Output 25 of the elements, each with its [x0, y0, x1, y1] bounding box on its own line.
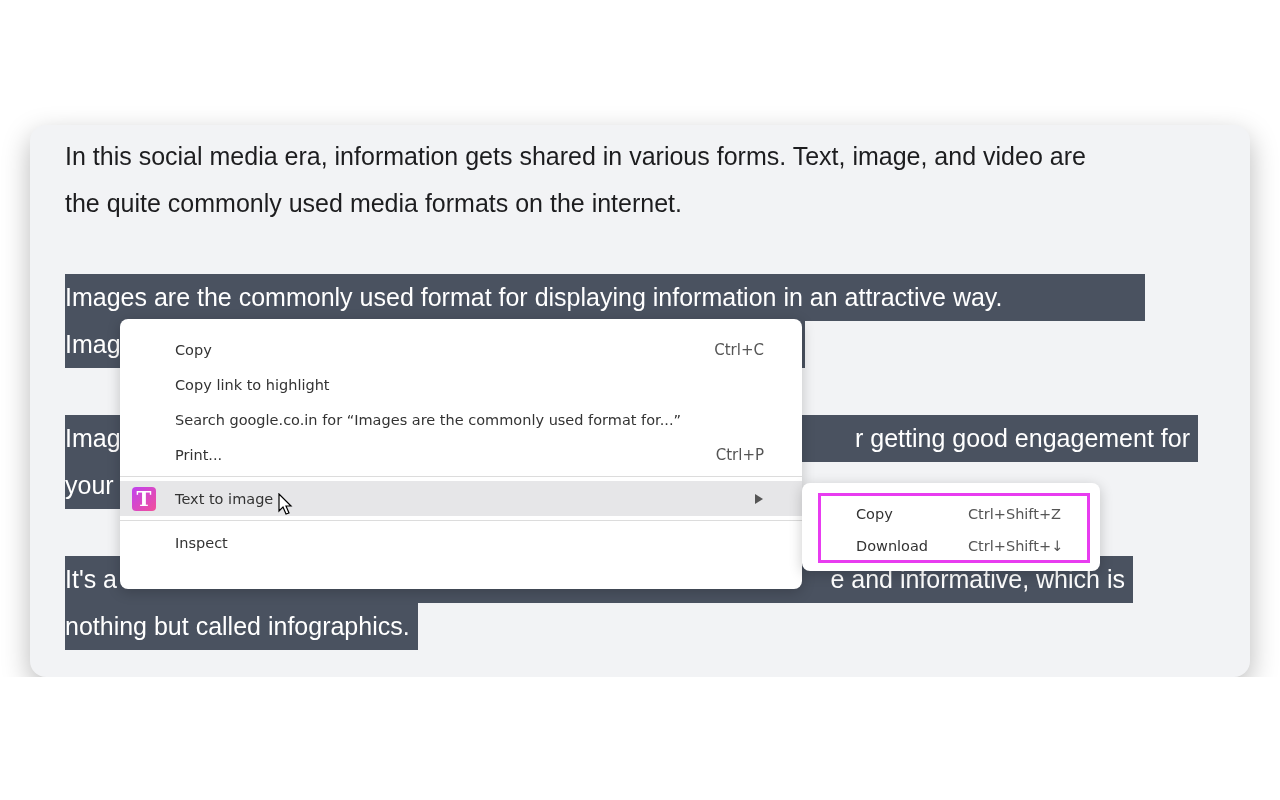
submenu-item[interactable]: Download Ctrl+Shift+↓	[856, 530, 1087, 562]
submenu-item[interactable]: Copy Ctrl+Shift+Z	[856, 498, 1087, 530]
paragraph-text: In this social media era, information gets shared in various forms. Text, image, and video are	[65, 141, 1086, 172]
menu-item[interactable]: T Text to image	[120, 481, 802, 516]
paragraph-text: Imag	[65, 423, 121, 454]
menu-item[interactable]: Inspect	[120, 525, 802, 560]
submenu-arrow-icon	[754, 492, 764, 505]
paragraph-text: Imag	[65, 329, 121, 360]
menu-item[interactable]: Print... Ctrl+P	[120, 437, 802, 472]
shortcut-text: Ctrl+Shift+Z	[968, 506, 1061, 522]
shortcut-text: Ctrl+P	[715, 445, 764, 464]
menu-item[interactable]: Search google.co.in for “Images are the commonly used format for...”	[120, 402, 802, 437]
shortcut-text: Ctrl+C	[714, 340, 764, 359]
paragraph-text: r getting good engagement for	[855, 423, 1190, 454]
menu-item[interactable]: Copy Ctrl+C	[120, 332, 802, 367]
menu-item[interactable]: Copy link to highlight	[120, 367, 802, 402]
paragraph-text: your	[65, 470, 114, 501]
paragraph-text: nothing but called infographics.	[65, 611, 410, 642]
paragraph-text: e and informative, which is	[830, 564, 1125, 595]
paragraph-text: It's a	[65, 564, 117, 595]
cursor-icon	[278, 493, 294, 517]
paragraph-text: Images are the commonly used format for displaying information in an attractive way.	[65, 282, 1003, 313]
shortcut-text: Ctrl+Shift+↓	[968, 538, 1064, 554]
paragraph-text: the quite commonly used media formats on the internet.	[65, 188, 682, 219]
text-to-image-icon: T	[132, 487, 156, 511]
